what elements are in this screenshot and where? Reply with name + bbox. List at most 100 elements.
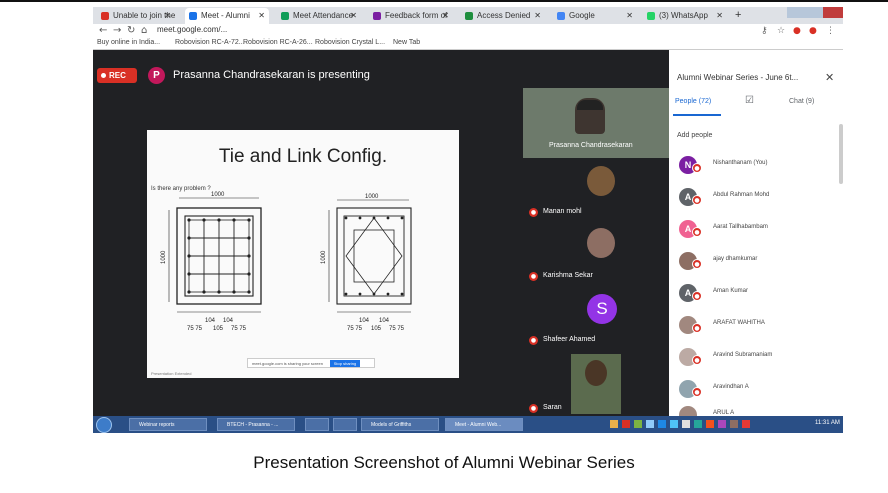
svg-text:105: 105 [371, 326, 382, 332]
svg-text:75 75: 75 75 [187, 326, 203, 332]
svg-text:1000: 1000 [211, 192, 225, 198]
google-icon [557, 12, 565, 20]
participant-name: Aravind Subramaniam [713, 352, 773, 358]
mic-off-icon: ● [529, 208, 538, 217]
close-tab-icon[interactable]: ✕ [442, 8, 449, 23]
extension-icon[interactable]: ● [793, 26, 801, 36]
taskbar-button[interactable]: BTECH - Prasanna - ... [217, 418, 295, 431]
activities-icon[interactable]: ☑ [745, 95, 754, 106]
presenting-status: Prasanna Chandrasekaran is presenting [173, 69, 370, 81]
mic-off-icon: ● [529, 336, 538, 345]
meet-header: REC P Prasanna Chandrasekaran is present… [93, 50, 669, 88]
stop-sharing-button[interactable]: Stop sharing [330, 360, 360, 367]
tile-name: Shafeer Ahamed [543, 336, 596, 343]
back-icon[interactable]: ← [99, 25, 107, 36]
participant-row[interactable]: A ● Abdul Rahman Mohd [669, 188, 843, 214]
bookmark-item[interactable]: Robovision RC-A-26... [243, 39, 313, 46]
svg-text:104: 104 [205, 318, 216, 324]
mic-off-icon: ● [529, 272, 538, 281]
reload-icon[interactable]: ↻ [127, 25, 135, 36]
slide-footer: Presentation Extended [151, 371, 192, 376]
screenshot: Unable to join the ✕ Meet - Alumni ✕ Mee… [93, 7, 843, 433]
browser-tab[interactable]: Access Denied ✕ [461, 8, 545, 24]
close-tab-icon[interactable]: ✕ [534, 8, 541, 23]
tab-label: Access Denied [477, 11, 531, 20]
close-window-button[interactable] [824, 7, 842, 18]
new-tab-button[interactable]: + [735, 9, 741, 21]
svg-text:75 75: 75 75 [347, 326, 363, 332]
bookmark-item[interactable]: Buy online in India... [97, 39, 160, 46]
participant-row[interactable]: ● Aravindhan A [669, 380, 843, 406]
participant-row[interactable]: ARUL A [669, 406, 843, 416]
tab-label: Feedback form of [385, 11, 448, 20]
participant-tile[interactable]: Prasanna Chandrasekaran [523, 88, 669, 158]
mic-off-icon: ● [692, 227, 702, 237]
tab-people[interactable]: People (72) [675, 98, 711, 105]
url-field[interactable]: meet.google.com/... [157, 25, 227, 34]
participant-row[interactable]: ● ajay dhamkumar [669, 252, 843, 278]
svg-text:1000: 1000 [161, 250, 167, 264]
profile-icon[interactable]: ● [809, 26, 817, 36]
home-icon[interactable]: ⌂ [141, 25, 147, 36]
browser-tab[interactable]: Meet Attendance ✕ [277, 8, 361, 24]
add-people-button[interactable]: Add people [677, 132, 712, 139]
participant-row[interactable]: ● Aravind Subramaniam [669, 348, 843, 374]
browser-tab[interactable]: Google ✕ [553, 8, 637, 24]
taskbar-button[interactable]: Webinar reports [129, 418, 207, 431]
drive-icon [465, 12, 473, 20]
svg-text:105: 105 [213, 326, 224, 332]
key-icon[interactable]: ⚷ [761, 26, 768, 36]
browser-tab-active[interactable]: Meet - Alumni ✕ [185, 8, 269, 24]
address-bar: ← → ↻ ⌂ meet.google.com/... ⚷ ☆ ● ● ⋮ [93, 24, 843, 38]
close-tab-icon[interactable]: ✕ [716, 8, 723, 23]
bookmark-item[interactable]: Robovision RC-A-72... [175, 39, 245, 46]
taskbar-button[interactable] [333, 418, 357, 431]
bookmark-item[interactable]: New Tab [393, 39, 420, 46]
browser-tab[interactable]: Unable to join the ✕ [97, 8, 175, 24]
svg-text:75 75: 75 75 [389, 326, 405, 332]
figure-caption: Presentation Screenshot of Alumni Webina… [253, 453, 635, 472]
participant-name: Aravindhan A [713, 384, 749, 390]
meet-stage: Tie and Link Config. Is there any proble… [93, 88, 669, 416]
forms-icon [373, 12, 381, 20]
taskbar-button[interactable] [305, 418, 329, 431]
window-controls [787, 7, 843, 18]
participant-name: ajay dhamkumar [713, 256, 758, 262]
mic-off-icon: ● [529, 404, 538, 413]
bookmark-item[interactable]: Robovision Crystal L... [315, 39, 385, 46]
mic-off-icon: ● [692, 355, 702, 365]
tab-chat[interactable]: Chat (9) [789, 98, 814, 105]
tile-name: Prasanna Chandrasekaran [549, 142, 633, 149]
participant-row[interactable]: A ● Aarat Tallhabambam [669, 220, 843, 246]
start-button[interactable] [96, 417, 112, 433]
close-tab-icon[interactable]: ✕ [164, 8, 171, 23]
close-tab-icon[interactable]: ✕ [350, 8, 357, 23]
forward-icon[interactable]: → [113, 25, 121, 36]
participant-tile[interactable]: ● Manan mohl [523, 162, 669, 220]
participant-avatar [679, 406, 697, 416]
taskbar-button-active[interactable]: Meet - Alumni Web... [445, 418, 523, 431]
participant-row[interactable]: N ● Nishanthanam (You) [669, 156, 843, 182]
participant-tile[interactable]: ● Karishma Sekar [523, 224, 669, 284]
participant-tile[interactable]: S ● Shafeer Ahamed [523, 288, 669, 348]
mic-off-icon: ● [692, 259, 702, 269]
menu-icon[interactable]: ⋮ [826, 26, 835, 36]
minimize-button[interactable] [787, 7, 805, 18]
taskbar-clock: 11:31 AM [815, 420, 840, 426]
participant-tile[interactable]: ● Saran [523, 352, 669, 416]
participant-row[interactable]: A ● Aman Kumar [669, 284, 843, 310]
close-tab-icon[interactable]: ✕ [258, 8, 265, 23]
taskbar-button[interactable]: Models of Griffiths [361, 418, 439, 431]
close-panel-icon[interactable]: ✕ [825, 71, 834, 84]
close-tab-icon[interactable]: ✕ [626, 8, 633, 23]
browser-tab[interactable]: Feedback form of ✕ [369, 8, 453, 24]
svg-text:104: 104 [379, 318, 390, 324]
mic-off-icon: ● [692, 387, 702, 397]
maximize-button[interactable] [805, 7, 823, 18]
bookmark-star-icon[interactable]: ☆ [777, 26, 785, 36]
sheets-icon [281, 12, 289, 20]
browser-tab[interactable]: (3) WhatsApp ✕ [643, 8, 727, 24]
svg-text:104: 104 [359, 318, 370, 324]
screen-share-notice: meet.google.com is sharing your screen S… [247, 358, 375, 368]
participant-row[interactable]: ● ARAFAT WAHITHA [669, 316, 843, 342]
